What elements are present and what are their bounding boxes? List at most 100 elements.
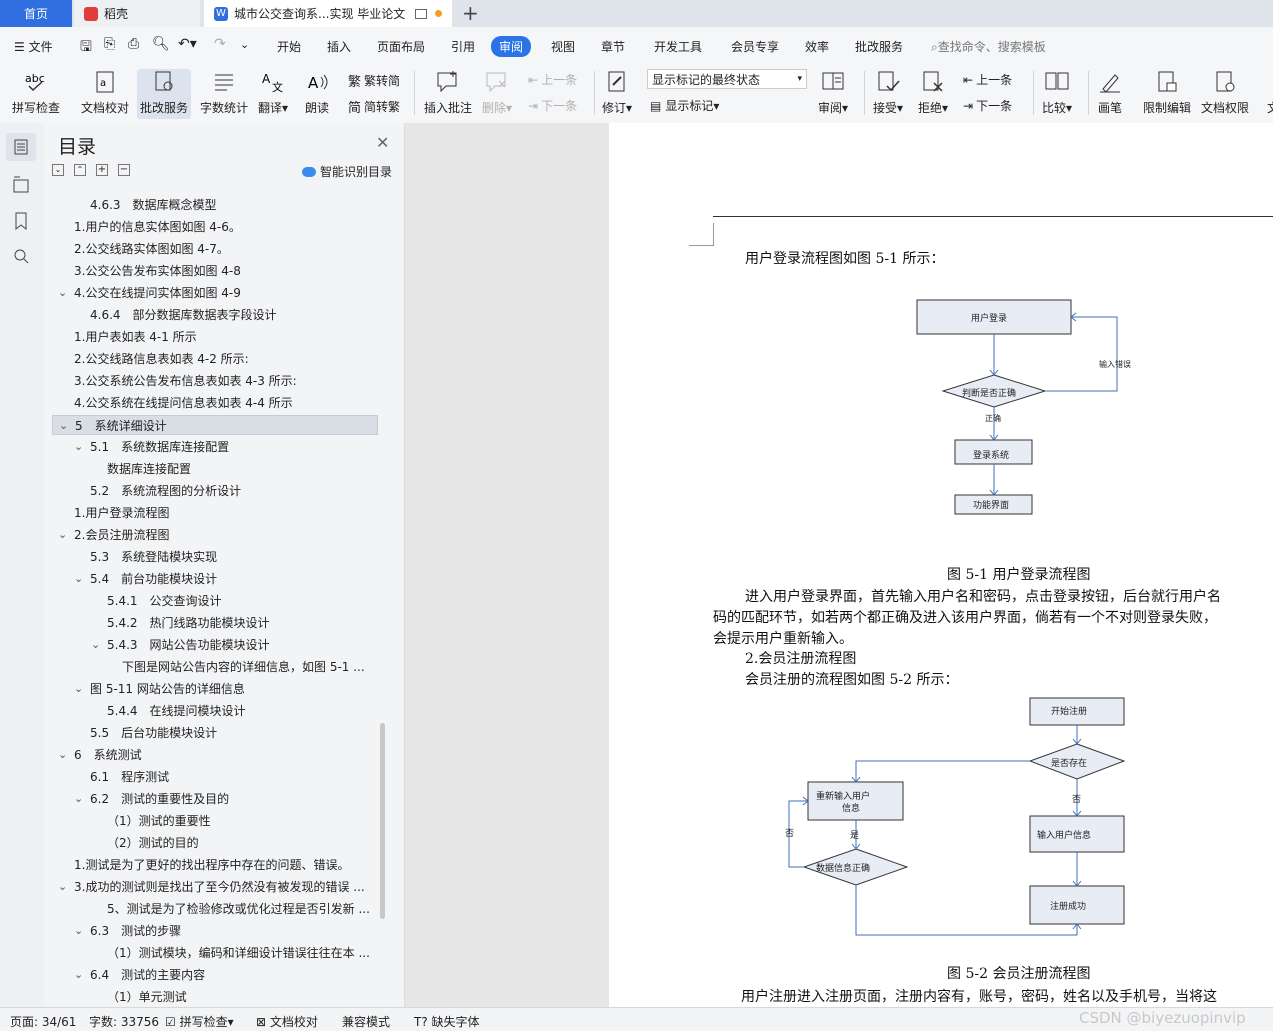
track-changes-button[interactable]: 修订▾ <box>602 69 632 116</box>
chevron-down-icon[interactable]: ⌄ <box>59 416 68 434</box>
menu-page-layout[interactable]: 页面布局 <box>377 38 425 55</box>
toc-item[interactable]: 下图是网站公告内容的详细信息，如图 5-1 ... <box>52 657 378 677</box>
collapse-up-icon[interactable]: ⌃ <box>74 164 86 176</box>
toc-item[interactable]: 1.用户的信息实体图如图 4-6。 <box>52 217 378 237</box>
toc-item[interactable]: 数据库连接配置 <box>52 459 378 479</box>
prev-comment-button[interactable]: ⇤ 上一条 <box>528 71 577 88</box>
tab-docer[interactable]: 稻壳 <box>74 0 200 27</box>
toc-item[interactable]: 4.6.4 部分数据库数据表字段设计 <box>52 305 378 325</box>
chevron-down-icon[interactable]: ⌄ <box>58 877 67 897</box>
toc-item[interactable]: ⌄ 4.公交在线提问实体图如图 4-9 <box>52 283 378 303</box>
accept-button[interactable]: 接受▾ <box>873 69 903 116</box>
spell-check-button[interactable]: abc 拼写检查 <box>12 69 60 116</box>
menu-reference[interactable]: 引用 <box>451 38 475 55</box>
toc-item[interactable]: ⌄ 5.4 前台功能模块设计 <box>52 569 378 589</box>
toc-item[interactable]: 5、测试是为了检验修改或优化过程是否引发新 ... <box>52 899 378 919</box>
pen-button[interactable]: 画笔 <box>1097 69 1123 116</box>
markup-state-select[interactable]: 显示标记的最终状态 ▾ <box>647 69 807 89</box>
toc-item[interactable]: ⌄ 5.1 系统数据库连接配置 <box>52 437 378 457</box>
monitor-icon[interactable] <box>415 8 428 19</box>
toc-item[interactable]: 5.3 系统登陆模块实现 <box>52 547 378 567</box>
status-spell-check[interactable]: ☑ 拼写检查▾ <box>165 1013 234 1030</box>
toc-item[interactable]: （1）测试的重要性 <box>52 811 378 831</box>
chevron-down-icon[interactable]: ⌄ <box>74 789 83 809</box>
toc-item[interactable]: ⌄ 3.成功的测试则是找出了至今仍然没有被发现的错误 ... <box>52 877 378 897</box>
toc-item[interactable]: 2.公交线路信息表如表 4-2 所示: <box>52 349 378 369</box>
menu-view[interactable]: 视图 <box>551 38 575 55</box>
chevron-down-icon[interactable]: ⌄ <box>74 921 83 941</box>
toc-item[interactable]: ⌄ 6.4 测试的主要内容 <box>52 965 378 985</box>
ribbon-more-button[interactable]: 文 <box>1260 69 1273 116</box>
toc-item[interactable]: 5.2 系统流程图的分析设计 <box>52 481 378 501</box>
word-count-indicator[interactable]: 字数: 33756 <box>89 1013 159 1030</box>
bookmark-icon[interactable] <box>6 207 36 235</box>
save-icon[interactable]: 🖫 <box>80 36 92 60</box>
collapse-down-icon[interactable]: ⌄ <box>52 164 64 176</box>
toc-item[interactable]: ⌄ 5 系统详细设计 <box>52 415 378 435</box>
restrict-edit-button[interactable]: 限制编辑 <box>1143 69 1191 116</box>
chevron-down-icon[interactable]: ⌄ <box>74 569 83 589</box>
toc-item[interactable]: 5.5 后台功能模块设计 <box>52 723 378 743</box>
toc-item[interactable]: 3.公交公告发布实体图如图 4-8 <box>52 261 378 281</box>
export-pdf-icon[interactable]: ⎘ <box>104 36 115 52</box>
translate-button[interactable]: A文 翻译▾ <box>258 69 288 116</box>
chevron-down-icon[interactable]: ⌄ <box>74 965 83 985</box>
read-aloud-button[interactable]: A 朗读 <box>304 69 330 116</box>
page-indicator[interactable]: 页面: 34/61 <box>10 1013 76 1030</box>
menu-chapter[interactable]: 章节 <box>601 38 625 55</box>
toc-item[interactable]: 5.4.1 公交查询设计 <box>52 591 378 611</box>
chevron-down-icon[interactable]: ⌄ <box>58 745 67 765</box>
menu-start[interactable]: 开始 <box>277 38 301 55</box>
review-pane-button[interactable]: 审阅▾ <box>818 69 848 116</box>
menu-efficiency[interactable]: 效率 <box>805 38 829 55</box>
word-count-button[interactable]: 字数统计 <box>200 69 248 116</box>
menu-developer[interactable]: 开发工具 <box>654 38 702 55</box>
insert-comment-button[interactable]: 插入批注 <box>424 69 472 116</box>
chevron-down-icon[interactable]: ⌄ <box>58 525 67 545</box>
toc-item[interactable]: （1）单元测试 <box>52 987 378 1007</box>
toc-item[interactable]: 4.6.3 数据库概念模型 <box>52 195 378 215</box>
redo-icon[interactable]: ↷ <box>214 36 226 52</box>
tab-document[interactable]: W 城市公交查询系...实现 毕业论文 <box>204 0 452 27</box>
toc-item[interactable]: 1.用户登录流程图 <box>52 503 378 523</box>
command-search[interactable]: ⌕查找命令、搜索模板 <box>931 38 1046 55</box>
prev-change-button[interactable]: ⇤ 上一条 <box>963 71 1012 88</box>
smart-recognize-button[interactable]: 智能识别目录 <box>302 163 392 180</box>
toc-item[interactable]: ⌄ 2.会员注册流程图 <box>52 525 378 545</box>
chevron-down-icon[interactable]: ⌄ <box>74 679 83 699</box>
missing-font-button[interactable]: T? 缺失字体 <box>414 1013 480 1030</box>
reject-button[interactable]: 拒绝▾ <box>918 69 948 116</box>
chevron-down-icon[interactable]: ⌄ <box>91 635 100 655</box>
chapter-nav-icon[interactable] <box>6 171 36 199</box>
status-doc-proof[interactable]: ⊠ 文档校对 <box>256 1013 318 1030</box>
toc-item[interactable]: 5.4.2 热门线路功能模块设计 <box>52 613 378 633</box>
toc-item[interactable]: 3.公交系统公告发布信息表如表 4-3 所示: <box>52 371 378 391</box>
toc-item[interactable]: ⌄ 6.3 测试的步骤 <box>52 921 378 941</box>
expand-all-icon[interactable]: + <box>96 164 108 176</box>
print-icon[interactable]: ⎙ <box>128 36 139 52</box>
toc-item[interactable]: 1.测试是为了更好的找出程序中存在的问题、错误。 <box>52 855 378 875</box>
chevron-down-icon[interactable]: ⌄ <box>74 437 83 457</box>
correct-service-button[interactable]: 批改服务 <box>137 69 192 119</box>
toc-item[interactable]: ⌄ 图 5-11 网站公告的详细信息 <box>52 679 378 699</box>
toc-item[interactable]: 4.公交系统在线提问信息表如表 4-4 所示 <box>52 393 378 413</box>
new-tab-button[interactable]: + <box>462 1 479 25</box>
toc-item[interactable]: （1）测试模块，编码和详细设计错误往往在本 ... <box>52 943 378 963</box>
trad-to-simp-button[interactable]: 繁繁转简 <box>348 71 400 90</box>
show-markup-button[interactable]: ▤ 显示标记 ▾ <box>650 97 719 114</box>
toc-item[interactable]: ⌄ 6 系统测试 <box>52 745 378 765</box>
compare-button[interactable]: 比较▾ <box>1042 69 1072 116</box>
document-page[interactable]: 用户登录流程图如图 5-1 所示： 用户登录 判断是否正确 输入错误 正确 登录… <box>609 123 1273 1007</box>
toc-pane-icon[interactable] <box>6 133 36 161</box>
close-icon[interactable]: ✕ <box>376 133 389 152</box>
toc-item[interactable]: ⌄ 6.2 测试的重要性及目的 <box>52 789 378 809</box>
toc-item[interactable]: 6.1 程序测试 <box>52 767 378 787</box>
quick-access-more-icon[interactable]: ⌄ <box>240 38 249 51</box>
menu-review[interactable]: 审阅 <box>491 36 532 57</box>
toc-item[interactable]: 1.用户表如表 4-1 所示 <box>52 327 378 347</box>
simp-to-trad-button[interactable]: 简简转繁 <box>348 97 400 116</box>
doc-permission-button[interactable]: 文档权限 <box>1201 69 1249 116</box>
tab-home[interactable]: 首页 <box>0 0 72 27</box>
toc-scrollbar[interactable] <box>380 723 385 919</box>
toc-item[interactable]: ⌄ 5.4.3 网站公告功能模块设计 <box>52 635 378 655</box>
